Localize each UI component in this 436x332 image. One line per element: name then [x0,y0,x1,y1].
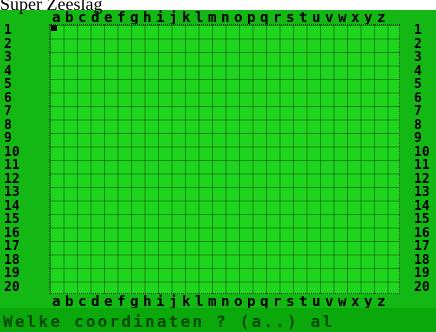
column-label: q [260,10,269,26]
coordinate-prompt[interactable]: Welke coordinaten ? (a..) al [3,312,334,332]
column-label: n [221,10,230,26]
column-label: x [351,10,360,26]
column-label: j [169,10,178,26]
row-label: 15 [4,212,20,227]
column-label: k [182,10,191,26]
row-label: 3 [4,50,12,65]
row-label: 5 [4,77,12,92]
row-label: 10 [4,144,20,160]
row-label: 12 [414,171,430,187]
column-label: p [247,294,256,310]
row-label: 4 [414,63,422,79]
column-label: c [78,294,87,310]
row-label: 14 [414,198,430,214]
row-label: 12 [4,171,20,187]
window-title: Super Zeeslag [0,0,103,14]
column-label: w [338,294,347,310]
row-label: 9 [4,131,12,146]
game-board-grid[interactable] [49,24,400,294]
column-label: u [312,294,321,310]
row-label: 4 [4,63,12,79]
row-label: 18 [4,252,20,268]
row-label: 14 [4,198,20,214]
column-label: e [104,10,113,26]
column-label: r [273,10,282,26]
row-label: 2 [4,36,12,52]
column-label: s [286,10,295,26]
column-label: e [104,294,113,310]
column-label: q [260,294,269,310]
column-label: f [117,294,126,310]
column-label: j [169,294,178,310]
column-label: o [234,10,243,26]
column-label: n [221,294,230,310]
row-label: 6 [414,90,422,106]
column-label: g [130,294,139,310]
row-label: 19 [414,266,430,281]
row-label: 11 [414,158,430,173]
column-label: w [338,10,347,26]
column-label: v [325,294,334,310]
column-label: h [143,294,152,310]
column-label: y [364,294,373,310]
column-label: t [299,10,308,26]
row-label: 1 [414,23,422,38]
column-label: d [91,294,100,310]
row-label: 20 [4,279,20,295]
row-label: 13 [4,185,20,200]
row-label: 7 [414,104,422,119]
column-label: g [130,10,139,26]
cursor-marker [51,25,57,31]
row-label: 5 [414,77,422,92]
row-label: 17 [414,239,430,254]
column-label: b [65,294,74,310]
column-label: m [208,294,217,310]
column-label: l [195,10,204,26]
row-label: 16 [4,225,20,241]
row-label: 2 [414,36,422,52]
row-label: 9 [414,131,422,146]
column-label: m [208,10,217,26]
row-label: 8 [414,117,422,133]
row-label: 20 [414,279,430,295]
game-screen: abcdefghijklmnopqrstuvwxyz 1 2 3 4 5 6 7 8 9 10 11… [0,10,436,332]
row-label: 13 [414,185,430,200]
column-label: h [143,10,152,26]
column-label: y [364,10,373,26]
column-label: k [182,294,191,310]
row-label: 6 [4,90,12,106]
column-label: a [52,294,61,310]
row-label: 8 [4,117,12,133]
column-label: z [377,294,386,310]
row-label: 11 [4,158,20,173]
row-label: 17 [4,239,20,254]
row-labels-left: 1 2 3 4 5 6 7 8 9 10 11 12 13 14 15 16 17 18 19 20 [4,24,26,294]
row-label: 18 [414,252,430,268]
row-labels-right: 1 2 3 4 5 6 7 8 9 10 11 12 13 14 15 16 17 18 19 20 [414,24,436,294]
row-label: 3 [414,50,422,65]
column-label: z [377,10,386,26]
column-label: r [273,294,282,310]
row-label: 19 [4,266,20,281]
row-label: 10 [414,144,430,160]
row-label: 1 [4,23,12,38]
column-label: x [351,294,360,310]
row-label: 7 [4,104,12,119]
column-label: i [156,294,165,310]
column-label: t [299,294,308,310]
row-label: 16 [414,225,430,241]
column-label: v [325,10,334,26]
column-labels-bottom: abcdefghijklmnopqrstuvwxyz [50,294,388,310]
column-label: i [156,10,165,26]
column-label: s [286,294,295,310]
column-label: f [117,10,126,26]
column-label: o [234,294,243,310]
column-label: u [312,10,321,26]
column-label: p [247,10,256,26]
column-label: l [195,294,204,310]
row-label: 15 [414,212,430,227]
